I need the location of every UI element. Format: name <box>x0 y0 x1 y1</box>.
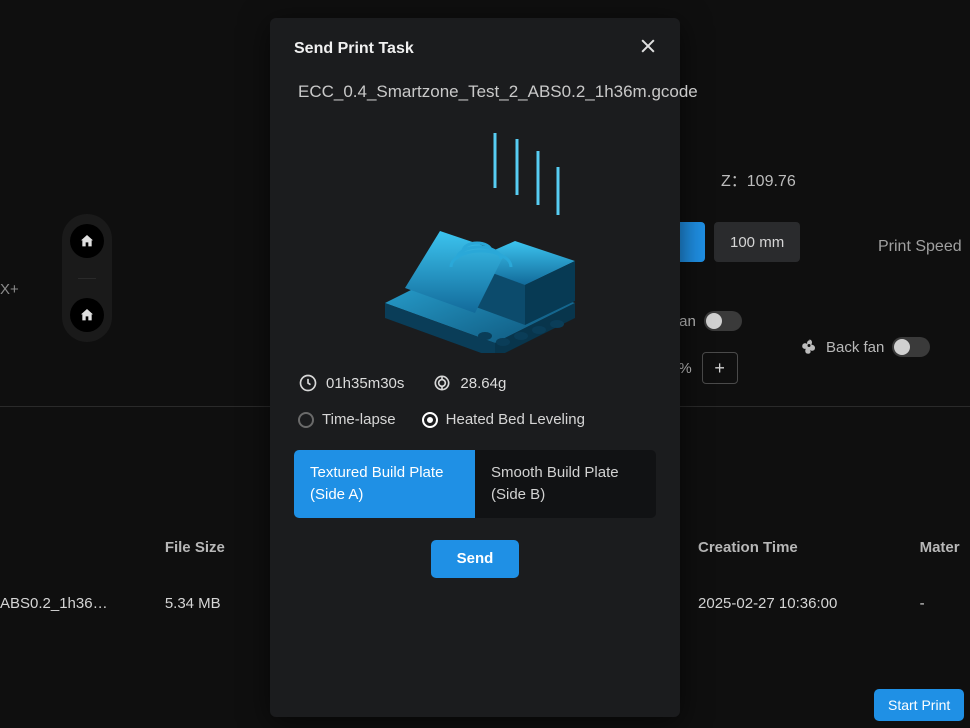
back-fan-label: Back fan <box>826 339 884 356</box>
close-icon <box>638 36 658 56</box>
back-fan-row: Back fan <box>800 337 930 357</box>
fan-icon <box>800 338 818 356</box>
stat-duration: 01h35m30s <box>298 373 404 393</box>
timelapse-option[interactable]: Time-lapse <box>298 411 396 428</box>
plate-side-a[interactable]: Textured Build Plate (Side A) <box>294 450 475 518</box>
gcode-preview <box>325 127 625 359</box>
print-speed-label: Print Speed <box>878 238 962 256</box>
cell-creation-time: 2025-02-27 10:36:00 <box>698 595 902 612</box>
send-button[interactable]: Send <box>431 540 519 578</box>
close-button[interactable] <box>638 36 658 61</box>
step-100mm-button[interactable]: 100 mm <box>714 222 800 262</box>
back-fan-toggle[interactable] <box>892 337 930 357</box>
home-up-button[interactable] <box>70 224 104 258</box>
preview-icon <box>345 133 605 353</box>
capsule-divider <box>78 278 96 279</box>
send-print-modal: Send Print Task ECC_0.4_Smartzone_Test_2… <box>270 18 680 717</box>
cell-filename: ABS0.2_1h36… <box>0 595 165 612</box>
speed-plus-button[interactable]: + <box>702 352 738 384</box>
axis-x-plus-label: X+ <box>0 281 19 298</box>
col-material: Mater <box>902 539 970 556</box>
modal-title: Send Print Task <box>294 40 414 58</box>
bed-leveling-option[interactable]: Heated Bed Leveling <box>422 411 585 428</box>
col-creation-time: Creation Time <box>698 539 902 556</box>
options-row: Time-lapse Heated Bed Leveling <box>270 411 680 428</box>
build-plate-selector: Textured Build Plate (Side A) Smooth Bui… <box>294 450 656 518</box>
speed-percent-row: 0% + <box>670 352 738 384</box>
part-fan-row: fan <box>675 311 742 331</box>
z-readout: Z：109.76 <box>721 167 796 191</box>
radio-on-icon <box>422 412 438 428</box>
jog-capsule <box>62 214 112 342</box>
home-down-button[interactable] <box>70 298 104 332</box>
modal-filename: ECC_0.4_Smartzone_Test_2_ABS0.2_1h36m.gc… <box>270 69 680 105</box>
cell-material: - <box>902 595 970 612</box>
stat-weight: 28.64g <box>432 373 506 393</box>
clock-icon <box>298 373 318 393</box>
part-fan-toggle[interactable] <box>704 311 742 331</box>
plate-side-b[interactable]: Smooth Build Plate (Side B) <box>475 450 656 518</box>
radio-off-icon <box>298 412 314 428</box>
stats-row: 01h35m30s 28.64g <box>270 373 680 393</box>
start-print-button[interactable]: Start Print <box>874 689 964 721</box>
filament-icon <box>432 373 452 393</box>
